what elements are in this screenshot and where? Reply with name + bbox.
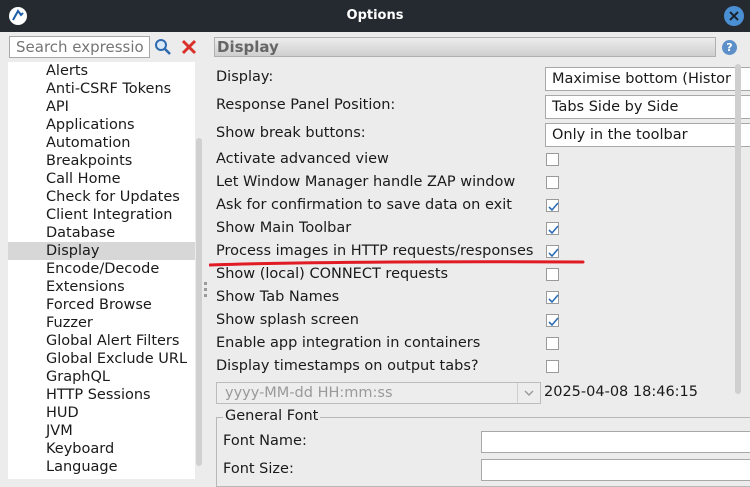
process-images-checkbox[interactable] <box>546 245 559 258</box>
show-splash-screen-label: Show splash screen <box>216 312 359 328</box>
chevron-down-icon <box>524 390 534 396</box>
tree-item-anti-csrf-tokens[interactable]: Anti-CSRF Tokens <box>8 80 195 98</box>
search-input[interactable] <box>9 36 150 58</box>
response-panel-position-label: Response Panel Position: <box>216 97 396 113</box>
window-title: Options <box>346 8 404 23</box>
split-pane-handle[interactable] <box>204 282 207 298</box>
display-timestamps-label: Display timestamps on output tabs? <box>216 358 479 374</box>
tree-item-call-home[interactable]: Call Home <box>8 170 195 188</box>
font-name-label: Font Name: <box>223 433 307 449</box>
font-name-input[interactable] <box>481 431 750 453</box>
show-main-toolbar-label: Show Main Toolbar <box>216 220 352 236</box>
tree-item-alerts[interactable]: Alerts <box>8 62 195 80</box>
display-label: Display: <box>216 69 274 85</box>
process-images-label: Process images in HTTP requests/response… <box>216 243 534 259</box>
show-main-toolbar-checkbox[interactable] <box>546 222 559 235</box>
tree-item-keyboard[interactable]: Keyboard <box>8 440 195 458</box>
show-tab-names-label: Show Tab Names <box>216 289 340 305</box>
response-panel-position-select[interactable]: Tabs Side by Side <box>545 95 750 119</box>
checkmark-icon <box>548 294 559 304</box>
checkmark-icon <box>548 202 559 212</box>
tree-item-api[interactable]: API <box>8 98 195 116</box>
options-navigation: Alerts Anti-CSRF Tokens API Applications… <box>0 32 203 479</box>
tree-item-global-exclude-url[interactable]: Global Exclude URL <box>8 350 195 368</box>
font-size-label: Font Size: <box>223 461 294 477</box>
show-tab-names-checkbox[interactable] <box>546 291 559 304</box>
panel-scrollbar[interactable] <box>734 64 742 479</box>
tree-item-encode-decode[interactable]: Encode/Decode <box>8 260 195 278</box>
tree-item-jvm[interactable]: JVM <box>8 422 195 440</box>
tree-item-automation[interactable]: Automation <box>8 134 195 152</box>
tree-item-forced-browse[interactable]: Forced Browse <box>8 296 195 314</box>
close-button[interactable] <box>724 6 744 26</box>
tree-item-database[interactable]: Database <box>8 224 195 242</box>
tree-scrollbar[interactable] <box>196 62 202 479</box>
window-manager-label: Let Window Manager handle ZAP window <box>216 174 516 190</box>
options-tree[interactable]: Alerts Anti-CSRF Tokens API Applications… <box>8 62 195 479</box>
highlight-underline <box>209 260 585 267</box>
show-connect-requests-label: Show (local) CONNECT requests <box>216 266 449 282</box>
display-select[interactable]: Maximise bottom (Histor <box>545 67 750 91</box>
general-font-legend: General Font <box>223 408 321 424</box>
timestamp-format-dropdown-button[interactable] <box>517 383 540 403</box>
window-manager-checkbox[interactable] <box>546 176 559 189</box>
timestamp-format-value: yyyy-MM-dd HH:mm:ss <box>225 385 393 401</box>
show-break-buttons-label: Show break buttons: <box>216 125 366 141</box>
checkmark-icon <box>548 225 559 235</box>
activate-advanced-view-label: Activate advanced view <box>216 151 389 167</box>
show-splash-screen-checkbox[interactable] <box>546 314 559 327</box>
font-size-input[interactable] <box>481 459 750 481</box>
checkmark-icon <box>548 317 559 327</box>
panel-scrollbar-thumb[interactable] <box>735 64 741 394</box>
activate-advanced-view-checkbox[interactable] <box>546 153 559 166</box>
tree-item-language[interactable]: Language <box>8 458 195 476</box>
confirm-save-label: Ask for confirmation to save data on exi… <box>216 197 512 213</box>
tree-scrollbar-thumb[interactable] <box>196 138 202 466</box>
app-integration-label: Enable app integration in containers <box>216 335 481 351</box>
tree-item-http-sessions[interactable]: HTTP Sessions <box>8 386 195 404</box>
timestamp-format-select[interactable]: yyyy-MM-dd HH:mm:ss <box>216 382 541 404</box>
show-connect-requests-checkbox[interactable] <box>546 268 559 281</box>
title-bar: Options <box>0 0 750 32</box>
confirm-save-checkbox[interactable] <box>546 199 559 212</box>
display-timestamps-checkbox[interactable] <box>546 360 559 373</box>
tree-item-extensions[interactable]: Extensions <box>8 278 195 296</box>
show-break-buttons-select[interactable]: Only in the toolbar <box>545 123 750 147</box>
tree-item-hud[interactable]: HUD <box>8 404 195 422</box>
tree-item-client-integration[interactable]: Client Integration <box>8 206 195 224</box>
tree-item-applications[interactable]: Applications <box>8 116 195 134</box>
close-icon <box>729 11 739 21</box>
search-icon[interactable] <box>154 38 172 56</box>
tree-item-graphql[interactable]: GraphQL <box>8 368 195 386</box>
timestamp-preview: 2025-04-08 18:46:15 <box>544 384 698 400</box>
tree-item-check-for-updates[interactable]: Check for Updates <box>8 188 195 206</box>
checkmark-icon <box>548 248 559 258</box>
clear-icon[interactable] <box>181 39 197 55</box>
app-integration-checkbox[interactable] <box>546 337 559 350</box>
tree-item-fuzzer[interactable]: Fuzzer <box>8 314 195 332</box>
tree-item-display[interactable]: Display <box>8 242 195 260</box>
display-options-panel: Display ? Display: Maximise bottom (Hist… <box>209 32 750 487</box>
tree-item-breakpoints[interactable]: Breakpoints <box>8 152 195 170</box>
tree-item-global-alert-filters[interactable]: Global Alert Filters <box>8 332 195 350</box>
